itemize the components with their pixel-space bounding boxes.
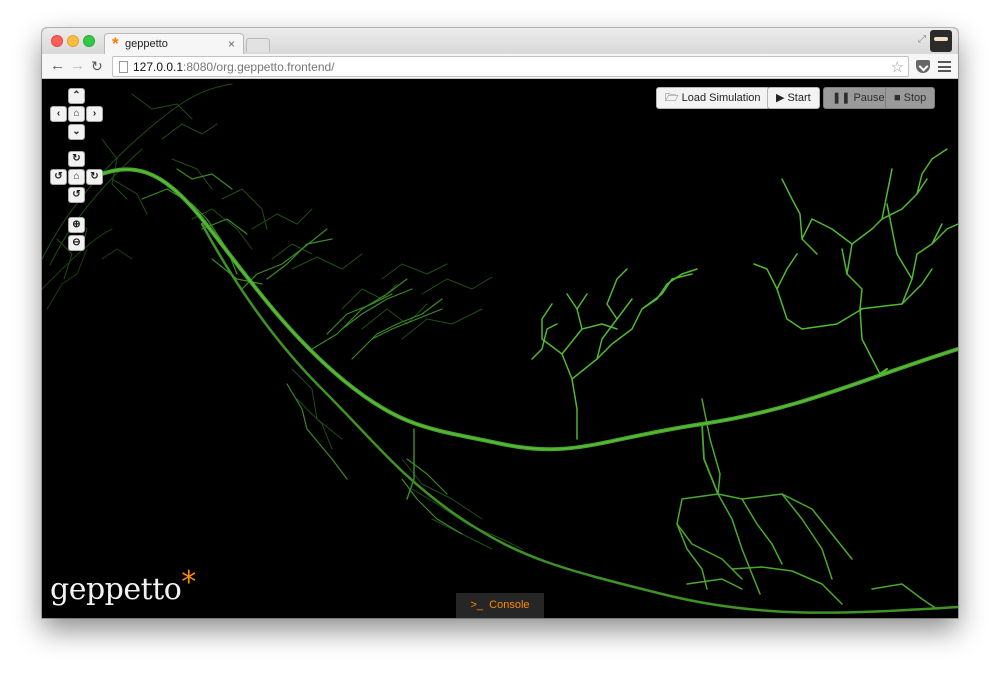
start-label: Start bbox=[787, 92, 811, 104]
zoom-window-button[interactable] bbox=[83, 35, 95, 47]
tab-close-icon[interactable]: × bbox=[228, 37, 235, 51]
stop-button[interactable]: ■ Stop bbox=[885, 87, 936, 109]
pan-down-button[interactable]: ⌄ bbox=[68, 124, 85, 140]
close-window-button[interactable] bbox=[51, 35, 63, 47]
address-bar[interactable]: 127.0.0.1:8080/org.geppetto.frontend/ ☆ bbox=[112, 56, 909, 77]
load-simulation-button[interactable]: 🗁 Load Simulation bbox=[656, 87, 770, 109]
rotate-down-button[interactable]: ↺ bbox=[68, 187, 85, 203]
pause-icon: ❚❚ bbox=[832, 92, 851, 104]
fullscreen-icon[interactable]: ⤢ bbox=[918, 34, 926, 45]
pocket-icon[interactable] bbox=[916, 60, 930, 73]
terminal-icon: >_ bbox=[470, 599, 484, 611]
geppetto-logo: geppetto* bbox=[50, 565, 196, 607]
back-arrow-icon[interactable]: ← bbox=[50, 57, 65, 75]
minimize-window-button[interactable] bbox=[67, 35, 79, 47]
load-simulation-label: Load Simulation bbox=[681, 92, 761, 104]
console-button[interactable]: >_ Console bbox=[456, 593, 544, 618]
reload-icon[interactable]: ↻ bbox=[91, 57, 103, 75]
stop-label: Stop bbox=[903, 92, 927, 104]
zoom-out-button[interactable]: ⊖ bbox=[68, 235, 85, 251]
url-text: 127.0.0.1:8080/org.geppetto.frontend/ bbox=[133, 60, 335, 74]
url-host: 127.0.0.1 bbox=[133, 60, 184, 74]
rotate-right-button[interactable]: ↻ bbox=[86, 169, 103, 185]
browser-window: * geppetto × ⤢ ← → ↻ 127.0.0.1:8080/org.… bbox=[42, 28, 958, 618]
geppetto-favicon-icon: * bbox=[112, 34, 119, 53]
stop-icon: ■ bbox=[894, 92, 901, 104]
rotate-home-button[interactable]: ⌂ bbox=[68, 169, 85, 185]
logo-asterisk: * bbox=[181, 565, 196, 600]
hamburger-menu-icon[interactable] bbox=[938, 61, 951, 72]
browser-toolbar: ← → ↻ 127.0.0.1:8080/org.geppetto.fronte… bbox=[42, 54, 958, 79]
profile-avatar-icon[interactable] bbox=[930, 30, 952, 52]
pause-label: Pause bbox=[853, 92, 885, 104]
pan-right-button[interactable]: › bbox=[86, 106, 103, 122]
browser-tab[interactable]: * geppetto × bbox=[104, 33, 244, 54]
3d-canvas[interactable]: ⌃ ‹ ⌂ › ⌄ ↻ ↺ ⌂ ↻ ↺ ⊕ ⊖ 🗁 Load Simulation… bbox=[42, 79, 958, 618]
url-path: :8080/org.geppetto.frontend/ bbox=[183, 60, 335, 74]
logo-text: geppetto bbox=[50, 572, 182, 607]
start-button[interactable]: ▶ Start bbox=[767, 87, 820, 109]
rotate-left-button[interactable]: ↺ bbox=[50, 169, 67, 185]
console-label: Console bbox=[489, 599, 530, 611]
bookmark-star-icon[interactable]: ☆ bbox=[891, 58, 904, 76]
pause-button[interactable]: ❚❚ Pause bbox=[823, 87, 894, 109]
folder-open-icon: 🗁 bbox=[665, 92, 679, 104]
rotate-up-button[interactable]: ↻ bbox=[68, 151, 85, 167]
pan-up-button[interactable]: ⌃ bbox=[68, 88, 85, 104]
tab-title: geppetto bbox=[125, 38, 168, 50]
title-bar: * geppetto × ⤢ bbox=[42, 28, 958, 54]
zoom-in-button[interactable]: ⊕ bbox=[68, 217, 85, 233]
play-icon: ▶ bbox=[776, 92, 785, 104]
new-tab-button[interactable] bbox=[246, 38, 270, 52]
pan-home-button[interactable]: ⌂ bbox=[68, 106, 85, 122]
neuron-morphology bbox=[42, 83, 958, 614]
pan-left-button[interactable]: ‹ bbox=[50, 106, 67, 122]
page-icon bbox=[119, 61, 128, 73]
forward-arrow-icon[interactable]: → bbox=[70, 57, 85, 75]
